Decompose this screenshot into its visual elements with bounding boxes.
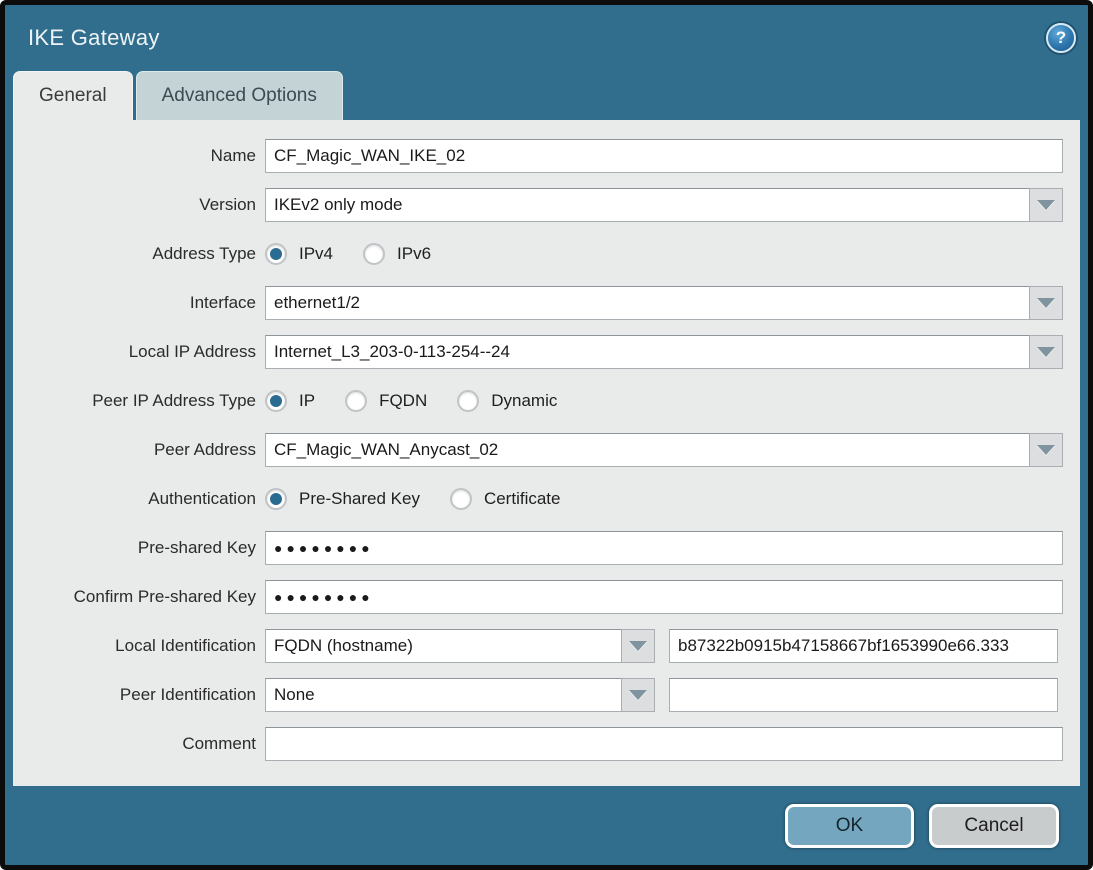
ip-radio[interactable]: [265, 390, 287, 412]
interface-dropdown-button[interactable]: [1029, 286, 1063, 320]
certificate-radio-option[interactable]: Certificate: [450, 488, 561, 510]
local-ip-address-dropdown[interactable]: Internet_L3_203-0-113-254--24: [265, 335, 1063, 369]
ipv4-radio-option[interactable]: IPv4: [265, 243, 333, 265]
peer-identification-row: Peer Identification None: [13, 678, 1063, 712]
pre-shared-key-row: Pre-shared Key: [13, 531, 1063, 565]
comment-input[interactable]: [265, 727, 1063, 761]
pre-shared-key-input[interactable]: [265, 531, 1063, 565]
authentication-radio-group: Pre-Shared Key Certificate: [265, 482, 1063, 516]
confirm-pre-shared-key-label: Confirm Pre-shared Key: [13, 587, 265, 607]
peer-identification-type-value[interactable]: None: [265, 678, 621, 712]
confirm-pre-shared-key-input[interactable]: [265, 580, 1063, 614]
dynamic-radio-option[interactable]: Dynamic: [457, 390, 557, 412]
local-ip-address-row: Local IP Address Internet_L3_203-0-113-2…: [13, 335, 1063, 369]
ipv6-radio-label: IPv6: [397, 244, 431, 264]
tab-general[interactable]: General: [13, 71, 133, 120]
peer-address-dropdown[interactable]: CF_Magic_WAN_Anycast_02: [265, 433, 1063, 467]
peer-identification-dropdown-button[interactable]: [621, 678, 655, 712]
certificate-radio-label: Certificate: [484, 489, 561, 509]
name-input[interactable]: [265, 139, 1063, 173]
fqdn-radio-option[interactable]: FQDN: [345, 390, 427, 412]
version-dropdown[interactable]: IKEv2 only mode: [265, 188, 1063, 222]
name-row: Name: [13, 139, 1063, 173]
peer-identification-type-dropdown[interactable]: None: [265, 678, 655, 712]
pre-shared-key-radio-option[interactable]: Pre-Shared Key: [265, 488, 420, 510]
peer-address-dropdown-value[interactable]: CF_Magic_WAN_Anycast_02: [265, 433, 1029, 467]
dynamic-radio[interactable]: [457, 390, 479, 412]
local-identification-label: Local Identification: [13, 636, 265, 656]
version-row: Version IKEv2 only mode: [13, 188, 1063, 222]
confirm-pre-shared-key-row: Confirm Pre-shared Key: [13, 580, 1063, 614]
peer-ip-address-type-radio-group: IP FQDN Dynamic: [265, 384, 1063, 418]
chevron-down-icon: [629, 641, 647, 651]
tab-general-label: General: [39, 85, 107, 107]
comment-label: Comment: [13, 734, 265, 754]
general-tab-panel: Name Version IKEv2 only mode Address Typ…: [13, 120, 1080, 786]
local-identification-row: Local Identification FQDN (hostname): [13, 629, 1063, 663]
interface-label: Interface: [13, 293, 265, 313]
name-label: Name: [13, 146, 265, 166]
chevron-down-icon: [1037, 200, 1055, 210]
peer-address-label: Peer Address: [13, 440, 265, 460]
fqdn-radio-label: FQDN: [379, 391, 427, 411]
chevron-down-icon: [1037, 347, 1055, 357]
version-dropdown-value[interactable]: IKEv2 only mode: [265, 188, 1029, 222]
local-identification-type-value[interactable]: FQDN (hostname): [265, 629, 621, 663]
tab-advanced-options-label: Advanced Options: [162, 85, 317, 107]
dynamic-radio-label: Dynamic: [491, 391, 557, 411]
address-type-radio-group: IPv4 IPv6: [265, 237, 1063, 271]
peer-ip-address-type-label: Peer IP Address Type: [13, 391, 265, 411]
authentication-label: Authentication: [13, 489, 265, 509]
dialog-titlebar: IKE Gateway ?: [5, 5, 1088, 71]
authentication-row: Authentication Pre-Shared Key Certificat…: [13, 482, 1063, 516]
dialog-title: IKE Gateway: [28, 25, 160, 51]
tab-advanced-options[interactable]: Advanced Options: [136, 71, 343, 120]
interface-dropdown-value[interactable]: ethernet1/2: [265, 286, 1029, 320]
chevron-down-icon: [629, 690, 647, 700]
ike-gateway-dialog: IKE Gateway ? General Advanced Options N…: [0, 0, 1093, 870]
chevron-down-icon: [1037, 298, 1055, 308]
peer-address-dropdown-button[interactable]: [1029, 433, 1063, 467]
version-dropdown-button[interactable]: [1029, 188, 1063, 222]
pre-shared-key-radio-label: Pre-Shared Key: [299, 489, 420, 509]
ip-radio-label: IP: [299, 391, 315, 411]
ok-button[interactable]: OK: [785, 804, 914, 848]
dialog-footer: OK Cancel: [5, 786, 1088, 865]
ipv4-radio-label: IPv4: [299, 244, 333, 264]
local-ip-address-label: Local IP Address: [13, 342, 265, 362]
pre-shared-key-label: Pre-shared Key: [13, 538, 265, 558]
peer-identification-label: Peer Identification: [13, 685, 265, 705]
local-ip-address-dropdown-button[interactable]: [1029, 335, 1063, 369]
local-identification-dropdown-button[interactable]: [621, 629, 655, 663]
ipv6-radio[interactable]: [363, 243, 385, 265]
interface-row: Interface ethernet1/2: [13, 286, 1063, 320]
chevron-down-icon: [1037, 445, 1055, 455]
help-icon[interactable]: ?: [1046, 23, 1076, 53]
ipv6-radio-option[interactable]: IPv6: [363, 243, 431, 265]
peer-address-row: Peer Address CF_Magic_WAN_Anycast_02: [13, 433, 1063, 467]
comment-row: Comment: [13, 727, 1063, 761]
version-label: Version: [13, 195, 265, 215]
local-identification-value-input[interactable]: [669, 629, 1058, 663]
ipv4-radio[interactable]: [265, 243, 287, 265]
fqdn-radio[interactable]: [345, 390, 367, 412]
cancel-button[interactable]: Cancel: [929, 804, 1059, 848]
address-type-row: Address Type IPv4 IPv6: [13, 237, 1063, 271]
peer-ip-address-type-row: Peer IP Address Type IP FQDN Dynamic: [13, 384, 1063, 418]
certificate-radio[interactable]: [450, 488, 472, 510]
tab-bar: General Advanced Options: [5, 71, 1088, 120]
peer-identification-value-input[interactable]: [669, 678, 1058, 712]
local-identification-type-dropdown[interactable]: FQDN (hostname): [265, 629, 655, 663]
ip-radio-option[interactable]: IP: [265, 390, 315, 412]
address-type-label: Address Type: [13, 244, 265, 264]
interface-dropdown[interactable]: ethernet1/2: [265, 286, 1063, 320]
local-ip-address-dropdown-value[interactable]: Internet_L3_203-0-113-254--24: [265, 335, 1029, 369]
pre-shared-key-radio[interactable]: [265, 488, 287, 510]
